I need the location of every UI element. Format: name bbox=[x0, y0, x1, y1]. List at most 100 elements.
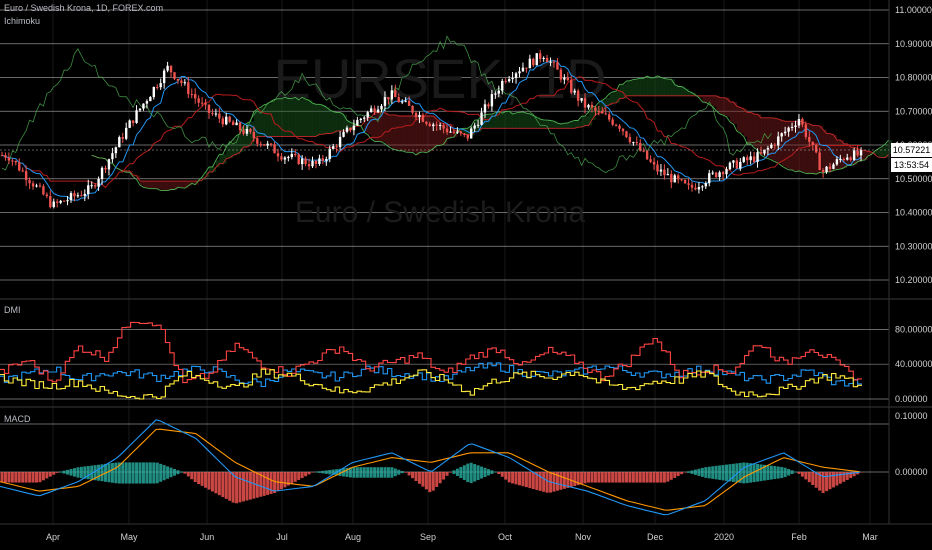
candle-body bbox=[0, 155, 4, 157]
candle-body bbox=[442, 124, 445, 129]
chart-canvas[interactable]: EURSEK, 1D Euro / Swedish Krona 11.00000… bbox=[0, 0, 932, 550]
macd-panel[interactable] bbox=[0, 419, 863, 516]
candle-body bbox=[645, 150, 649, 160]
candle-body bbox=[452, 131, 456, 133]
cloud-segment bbox=[371, 117, 375, 139]
cloud-segment bbox=[274, 99, 279, 137]
time-axis[interactable]: Apr May Jun Jul Aug Sep Oct Nov Dec 2020 Feb Mar bbox=[46, 532, 878, 542]
cloud-segment bbox=[716, 95, 720, 111]
ichimoku-legend[interactable]: Ichimoku bbox=[4, 16, 40, 26]
candle-body bbox=[608, 114, 611, 120]
candle-body bbox=[463, 133, 466, 135]
candle-body bbox=[107, 159, 111, 170]
macd-histogram-bar bbox=[731, 463, 735, 482]
candle-body bbox=[80, 195, 83, 197]
cloud-segment bbox=[381, 112, 386, 142]
dmi-lines[interactable] bbox=[0, 321, 862, 400]
candle-body bbox=[401, 101, 404, 103]
candle-body bbox=[635, 142, 638, 144]
macd-histogram-bar bbox=[459, 466, 463, 479]
macd-histogram-bar bbox=[635, 472, 639, 483]
time-tick-label: Nov bbox=[575, 532, 592, 542]
macd-histogram-bar bbox=[783, 467, 787, 478]
time-tick-label: Sep bbox=[420, 532, 436, 542]
candle-body bbox=[62, 200, 66, 202]
cloud-segment bbox=[502, 113, 506, 129]
macd-legend[interactable]: MACD bbox=[4, 414, 31, 424]
cloud-segment bbox=[329, 109, 334, 134]
candle-body bbox=[725, 169, 728, 175]
cloud-segment bbox=[798, 121, 803, 171]
candle-body bbox=[670, 174, 673, 183]
macd-histogram-bar bbox=[72, 468, 76, 477]
cloud-segment bbox=[840, 140, 844, 170]
cloud-segment bbox=[209, 166, 213, 173]
macd-histogram-bar bbox=[324, 470, 328, 474]
candle-body bbox=[83, 193, 86, 196]
cloud-segment bbox=[340, 112, 344, 132]
macd-histogram-bar bbox=[518, 472, 521, 486]
candle-body bbox=[545, 57, 549, 63]
macd-histogram-bar bbox=[283, 472, 287, 488]
candle-body bbox=[52, 201, 55, 207]
macd-histogram-bar bbox=[393, 468, 397, 477]
dmi-legend[interactable]: DMI bbox=[4, 305, 21, 315]
macd-histogram-bar bbox=[41, 472, 45, 481]
macd-histogram-bar bbox=[390, 467, 394, 478]
macd-histogram-bar bbox=[300, 472, 304, 479]
candle-body bbox=[363, 117, 366, 119]
candle-body bbox=[497, 90, 500, 94]
macd-histogram-bar bbox=[473, 464, 477, 482]
macd-histogram-bar bbox=[756, 464, 760, 482]
candle-body bbox=[801, 119, 804, 125]
time-tick-label: Jun bbox=[200, 532, 215, 542]
candle-body bbox=[121, 137, 124, 139]
cloud-segment bbox=[391, 114, 396, 149]
macd-histogram-bar bbox=[28, 472, 32, 483]
candle-body bbox=[507, 79, 511, 82]
macd-histogram-bar bbox=[376, 467, 380, 478]
cloud-segment bbox=[309, 100, 313, 137]
candle-body bbox=[304, 158, 307, 165]
candle-body bbox=[352, 125, 356, 131]
cloud-segment bbox=[678, 86, 682, 96]
candle-body bbox=[397, 97, 400, 103]
candle-body bbox=[742, 157, 745, 162]
candle-body bbox=[490, 94, 494, 107]
candle-body bbox=[825, 166, 828, 172]
macd-histogram-bar bbox=[652, 472, 656, 483]
macd-histogram-bar bbox=[545, 472, 549, 493]
candle-body bbox=[721, 172, 725, 175]
macd-scale[interactable]: 0.10000 0.00000 bbox=[895, 411, 928, 477]
macd-histogram-bar bbox=[649, 472, 653, 483]
symbol-title[interactable]: Euro / Swedish Krona, 1D, FOREX.com bbox=[4, 3, 163, 13]
macd-histogram-bar bbox=[445, 472, 449, 476]
candle-body bbox=[290, 154, 293, 158]
candle-body bbox=[100, 167, 104, 179]
candle-body bbox=[111, 153, 114, 160]
dmi-scale[interactable]: 80.00000 40.00000 0.00000 bbox=[895, 324, 932, 404]
cloud-segment bbox=[636, 79, 641, 96]
candle-body bbox=[649, 159, 652, 162]
macd-histogram-bar bbox=[835, 472, 839, 486]
candle-body bbox=[794, 125, 797, 127]
macd-histogram-bar bbox=[645, 472, 649, 483]
candle-body bbox=[169, 65, 173, 73]
candle-body bbox=[7, 157, 11, 161]
candle-body bbox=[732, 160, 735, 163]
macd-histogram-bar bbox=[797, 472, 801, 474]
cloud-segment bbox=[305, 99, 310, 137]
macd-histogram-bar bbox=[704, 467, 708, 478]
candle-body bbox=[815, 145, 818, 153]
candle-body bbox=[483, 104, 487, 113]
macd-histogram-bar bbox=[707, 466, 711, 479]
macd-histogram-bar bbox=[483, 467, 487, 477]
candle-body bbox=[459, 131, 463, 134]
macd-histogram-bar bbox=[697, 468, 701, 476]
candle-body bbox=[238, 122, 242, 131]
macd-histogram-bar bbox=[690, 470, 694, 474]
candle-body bbox=[307, 164, 311, 167]
macd-histogram-bar bbox=[659, 472, 663, 483]
cloud-segment bbox=[881, 146, 886, 158]
candle-body bbox=[473, 125, 476, 129]
